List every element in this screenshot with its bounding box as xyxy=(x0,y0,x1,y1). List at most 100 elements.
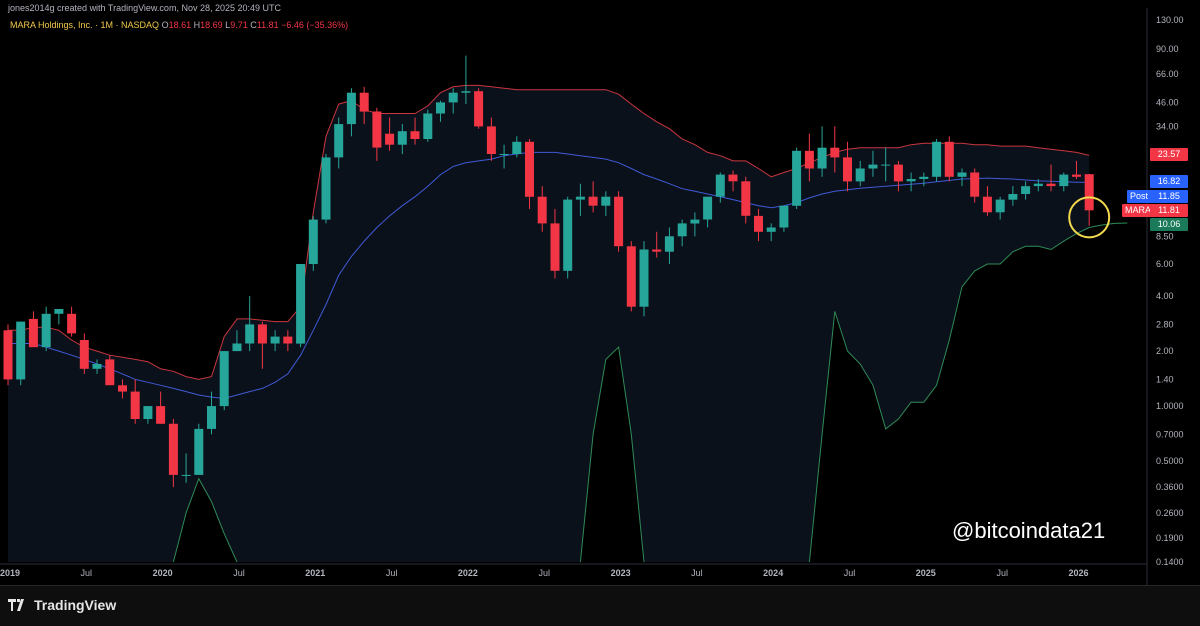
candle-body xyxy=(92,364,102,369)
candle-body xyxy=(16,321,26,380)
candle-body xyxy=(499,154,509,155)
candle-body xyxy=(372,111,382,148)
candle-body xyxy=(346,92,356,125)
candle-body xyxy=(385,133,395,145)
band-area xyxy=(8,85,1090,563)
candle-body xyxy=(537,196,547,224)
x-tick-label: 2025 xyxy=(916,568,936,578)
candle-body xyxy=(448,92,458,103)
y-tick-label: 0.7000 xyxy=(1156,429,1184,439)
candle-body xyxy=(130,391,140,419)
candle-body xyxy=(715,174,725,197)
candle-body xyxy=(181,474,191,476)
x-tick-label: 2019 xyxy=(0,568,20,578)
symbol-legend: MARA Holdings, Inc. · 1M · NASDAQ O18.61… xyxy=(10,20,348,30)
candle-body xyxy=(321,157,331,220)
candle-body xyxy=(614,196,624,247)
candle-body xyxy=(397,131,407,145)
footer-bar: TradingView xyxy=(0,585,1200,626)
candle-body xyxy=(156,406,166,424)
y-tick-label: 4.00 xyxy=(1156,291,1174,301)
y-tick-label: 6.00 xyxy=(1156,259,1174,269)
candle-body xyxy=(550,223,560,271)
high-value: 18.69 xyxy=(200,20,223,30)
candle-body xyxy=(28,318,38,348)
candle-body xyxy=(601,196,611,206)
candle-body xyxy=(626,246,636,307)
candle-body xyxy=(881,164,891,166)
tradingview-logo[interactable]: TradingView xyxy=(8,597,116,613)
x-tick-label: Jul xyxy=(996,568,1008,578)
candle-body xyxy=(257,324,267,344)
y-tick-label: 66.00 xyxy=(1156,69,1179,79)
candle-body xyxy=(1084,174,1094,211)
candle-body xyxy=(79,340,89,369)
x-tick-label: 2024 xyxy=(763,568,783,578)
candle-body xyxy=(817,147,827,169)
candle-body xyxy=(334,124,344,158)
candle-body xyxy=(766,227,776,232)
y-tick-label: 0.1900 xyxy=(1156,533,1184,543)
candle-body xyxy=(245,324,255,344)
y-tick-label: 34.00 xyxy=(1156,121,1179,131)
x-tick-label: 2022 xyxy=(458,568,478,578)
candle-body xyxy=(792,150,802,206)
y-tick-label: 46.00 xyxy=(1156,97,1179,107)
y-tick-label: 90.00 xyxy=(1156,44,1179,54)
change-value: −6.46 (−35.36%) xyxy=(281,20,349,30)
candle-body xyxy=(995,199,1005,213)
author-watermark: @bitcoindata21 xyxy=(952,518,1106,543)
x-tick-label: Jul xyxy=(538,568,550,578)
x-tick-label: Jul xyxy=(81,568,93,578)
candle-body xyxy=(461,91,471,93)
middle-band-tag: 16.82 xyxy=(1150,175,1188,188)
candle-body xyxy=(957,172,967,177)
candle-body xyxy=(563,199,573,271)
candle-body xyxy=(436,102,445,114)
symbol-name[interactable]: MARA Holdings, Inc. · 1M · NASDAQ xyxy=(10,20,159,30)
x-tick-label: 2023 xyxy=(611,568,631,578)
candle-body xyxy=(830,147,840,158)
x-tick-label: 2021 xyxy=(305,568,325,578)
x-tick-label: Jul xyxy=(233,568,245,578)
candle-body xyxy=(919,176,929,179)
y-tick-label: 130.00 xyxy=(1156,15,1184,25)
x-tick-label: 2020 xyxy=(153,568,173,578)
candle-body xyxy=(741,181,751,216)
candle-body xyxy=(664,236,674,252)
candle-body xyxy=(486,126,496,154)
candle-body xyxy=(677,223,687,237)
x-tick-label: 2026 xyxy=(1068,568,1088,578)
candle-body xyxy=(283,336,293,344)
candle-body xyxy=(944,141,954,177)
candle-body xyxy=(843,157,852,182)
candle-body xyxy=(804,150,814,169)
candle-body xyxy=(41,313,51,348)
low-value: 9.71 xyxy=(230,20,248,30)
candle-body xyxy=(779,205,789,228)
candle-body xyxy=(932,141,942,177)
y-tick-label: 2.80 xyxy=(1156,319,1174,329)
candle-body xyxy=(105,359,115,386)
mara-price-tag: 11.81 xyxy=(1150,204,1188,217)
candle-body xyxy=(855,168,865,182)
candle-body xyxy=(868,164,878,169)
brand-name: TradingView xyxy=(34,597,117,613)
candle-body xyxy=(703,196,713,220)
y-tick-label: 1.40 xyxy=(1156,374,1174,384)
candle-body xyxy=(970,172,980,197)
close-value: 11.81 xyxy=(256,20,279,30)
candle-body xyxy=(893,164,903,182)
candle-body xyxy=(3,330,13,380)
upper-band-tag: 23.57 xyxy=(1150,148,1188,161)
candle-body xyxy=(67,313,77,334)
lower-band-tag: 10.06 xyxy=(1150,218,1188,231)
candle-body xyxy=(1059,174,1069,187)
y-tick-label: 0.1400 xyxy=(1156,557,1184,567)
candle-body xyxy=(512,141,522,154)
candle-body xyxy=(423,113,433,139)
candle-body xyxy=(270,336,280,344)
candle-body xyxy=(207,406,216,429)
candle-body xyxy=(474,91,484,127)
candle-body xyxy=(1021,186,1031,194)
